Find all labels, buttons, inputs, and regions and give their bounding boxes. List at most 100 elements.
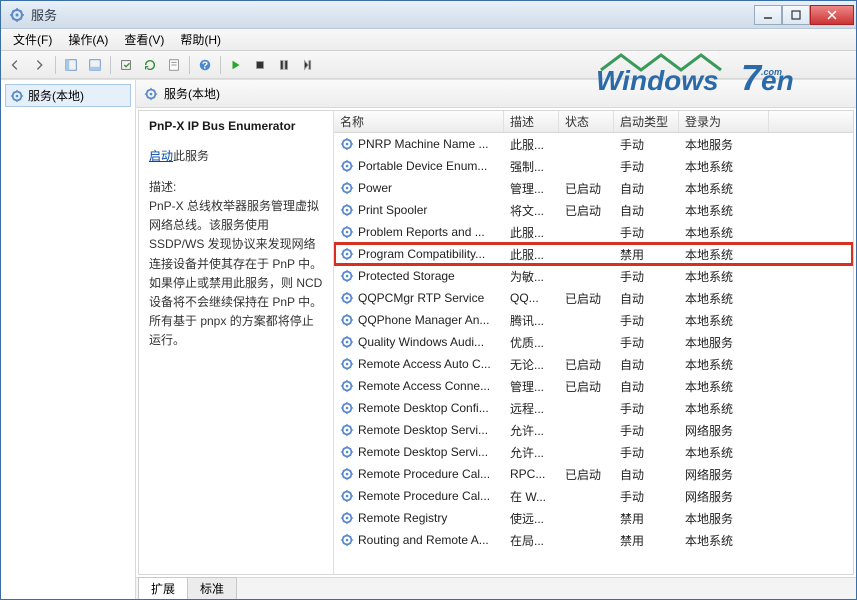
col-logon[interactable]: 登录为 [679, 111, 769, 132]
service-row[interactable]: Program Compatibility...此服...禁用本地系统 [334, 243, 853, 265]
help-button[interactable] [194, 54, 216, 76]
service-startup: 手动 [614, 400, 679, 417]
gear-icon [340, 225, 354, 239]
service-row[interactable]: PNRP Machine Name ...此服...手动本地服务 [334, 133, 853, 155]
service-row[interactable]: Protected Storage为敏...手动本地系统 [334, 265, 853, 287]
services-window: 服务 文件(F) 操作(A) 查看(V) 帮助(H) [0, 0, 857, 600]
restart-service-button[interactable] [297, 54, 319, 76]
minimize-button[interactable] [754, 5, 782, 25]
service-row[interactable]: QQPCMgr RTP ServiceQQ...已启动自动本地系统 [334, 287, 853, 309]
service-name: Remote Procedure Cal... [358, 467, 490, 481]
service-startup: 手动 [614, 422, 679, 439]
start-service-link-row: 启动此服务 [149, 147, 323, 164]
service-startup: 手动 [614, 224, 679, 241]
service-startup: 手动 [614, 136, 679, 153]
service-row[interactable]: Routing and Remote A...在局...禁用本地系统 [334, 529, 853, 551]
gear-icon [340, 313, 354, 327]
service-desc: 此服... [504, 246, 559, 263]
tree-item-label: 服务(本地) [28, 87, 84, 104]
close-button[interactable] [810, 5, 854, 25]
pause-service-button[interactable] [273, 54, 295, 76]
service-logon: 本地系统 [679, 180, 769, 197]
service-row[interactable]: Remote Procedure Cal...在 W...手动网络服务 [334, 485, 853, 507]
refresh-button[interactable] [139, 54, 161, 76]
service-row[interactable]: Remote Procedure Cal...RPC...已启动自动网络服务 [334, 463, 853, 485]
service-logon: 本地系统 [679, 290, 769, 307]
service-row[interactable]: Portable Device Enum...强制...手动本地系统 [334, 155, 853, 177]
properties-button[interactable] [163, 54, 185, 76]
gear-icon [340, 489, 354, 503]
service-status: 已启动 [559, 202, 614, 219]
service-row[interactable]: Remote Desktop Servi...允许...手动网络服务 [334, 419, 853, 441]
col-desc[interactable]: 描述 [504, 111, 559, 132]
gear-icon [340, 181, 354, 195]
service-desc: 管理... [504, 378, 559, 395]
service-name: Print Spooler [358, 203, 427, 217]
selected-service-title: PnP-X IP Bus Enumerator [149, 119, 323, 133]
service-desc: 为敏... [504, 268, 559, 285]
service-startup: 自动 [614, 378, 679, 395]
service-desc: 在 W... [504, 488, 559, 505]
service-row[interactable]: Power管理...已启动自动本地系统 [334, 177, 853, 199]
gear-icon [340, 401, 354, 415]
service-desc: 允许... [504, 444, 559, 461]
service-name: QQPhone Manager An... [358, 313, 489, 327]
service-name: Protected Storage [358, 269, 455, 283]
service-row[interactable]: QQPhone Manager An...腾讯...手动本地系统 [334, 309, 853, 331]
back-button[interactable] [5, 54, 27, 76]
menu-view[interactable]: 查看(V) [116, 29, 172, 50]
gear-icon [340, 203, 354, 217]
service-name: PNRP Machine Name ... [358, 137, 489, 151]
service-row[interactable]: Problem Reports and ...此服...手动本地系统 [334, 221, 853, 243]
service-row[interactable]: Quality Windows Audi...优质...手动本地服务 [334, 331, 853, 353]
export-button[interactable] [115, 54, 137, 76]
service-desc: QQ... [504, 291, 559, 305]
stop-service-button[interactable] [249, 54, 271, 76]
service-logon: 本地服务 [679, 334, 769, 351]
service-name: Remote Registry [358, 511, 447, 525]
service-row[interactable]: Print Spooler将文...已启动自动本地系统 [334, 199, 853, 221]
col-startup[interactable]: 启动类型 [614, 111, 679, 132]
gear-icon [340, 467, 354, 481]
tab-extended[interactable]: 扩展 [138, 577, 188, 599]
service-name: Remote Procedure Cal... [358, 489, 490, 503]
service-desc: 此服... [504, 224, 559, 241]
description-text: PnP-X 总线枚举器服务管理虚拟网络总线。该服务使用 SSDP/WS 发现协议… [149, 197, 323, 351]
service-row[interactable]: Remote Desktop Servi...允许...手动本地系统 [334, 441, 853, 463]
service-logon: 网络服务 [679, 466, 769, 483]
service-desc: 无论... [504, 356, 559, 373]
col-name[interactable]: 名称 [334, 111, 504, 132]
menu-help[interactable]: 帮助(H) [172, 29, 229, 50]
col-status[interactable]: 状态 [559, 111, 614, 132]
service-row[interactable]: Remote Registry使远...禁用本地服务 [334, 507, 853, 529]
service-startup: 禁用 [614, 510, 679, 527]
service-name: Remote Access Auto C... [358, 357, 491, 371]
service-status: 已启动 [559, 356, 614, 373]
service-row[interactable]: Remote Access Conne...管理...已启动自动本地系统 [334, 375, 853, 397]
menu-file[interactable]: 文件(F) [5, 29, 60, 50]
gear-icon [340, 423, 354, 437]
start-service-button[interactable] [225, 54, 247, 76]
service-startup: 手动 [614, 312, 679, 329]
show-detail-button[interactable] [84, 54, 106, 76]
service-name: Quality Windows Audi... [358, 335, 484, 349]
service-logon: 本地服务 [679, 510, 769, 527]
show-tree-button[interactable] [60, 54, 82, 76]
service-desc: 强制... [504, 158, 559, 175]
service-status: 已启动 [559, 378, 614, 395]
service-logon: 本地系统 [679, 268, 769, 285]
service-startup: 自动 [614, 466, 679, 483]
service-desc: 允许... [504, 422, 559, 439]
list-body[interactable]: PNRP Machine Name ...此服...手动本地服务Portable… [334, 133, 853, 574]
menu-action[interactable]: 操作(A) [60, 29, 116, 50]
forward-button[interactable] [29, 54, 51, 76]
service-row[interactable]: Remote Access Auto C...无论...已启动自动本地系统 [334, 353, 853, 375]
start-service-link[interactable]: 启动 [149, 149, 173, 163]
service-logon: 本地系统 [679, 356, 769, 373]
tab-standard[interactable]: 标准 [187, 577, 237, 599]
column-headers: 名称 描述 状态 启动类型 登录为 [334, 111, 853, 133]
tree-item-services-local[interactable]: 服务(本地) [5, 84, 131, 107]
service-desc: 管理... [504, 180, 559, 197]
service-row[interactable]: Remote Desktop Confi...远程...手动本地系统 [334, 397, 853, 419]
maximize-button[interactable] [782, 5, 810, 25]
